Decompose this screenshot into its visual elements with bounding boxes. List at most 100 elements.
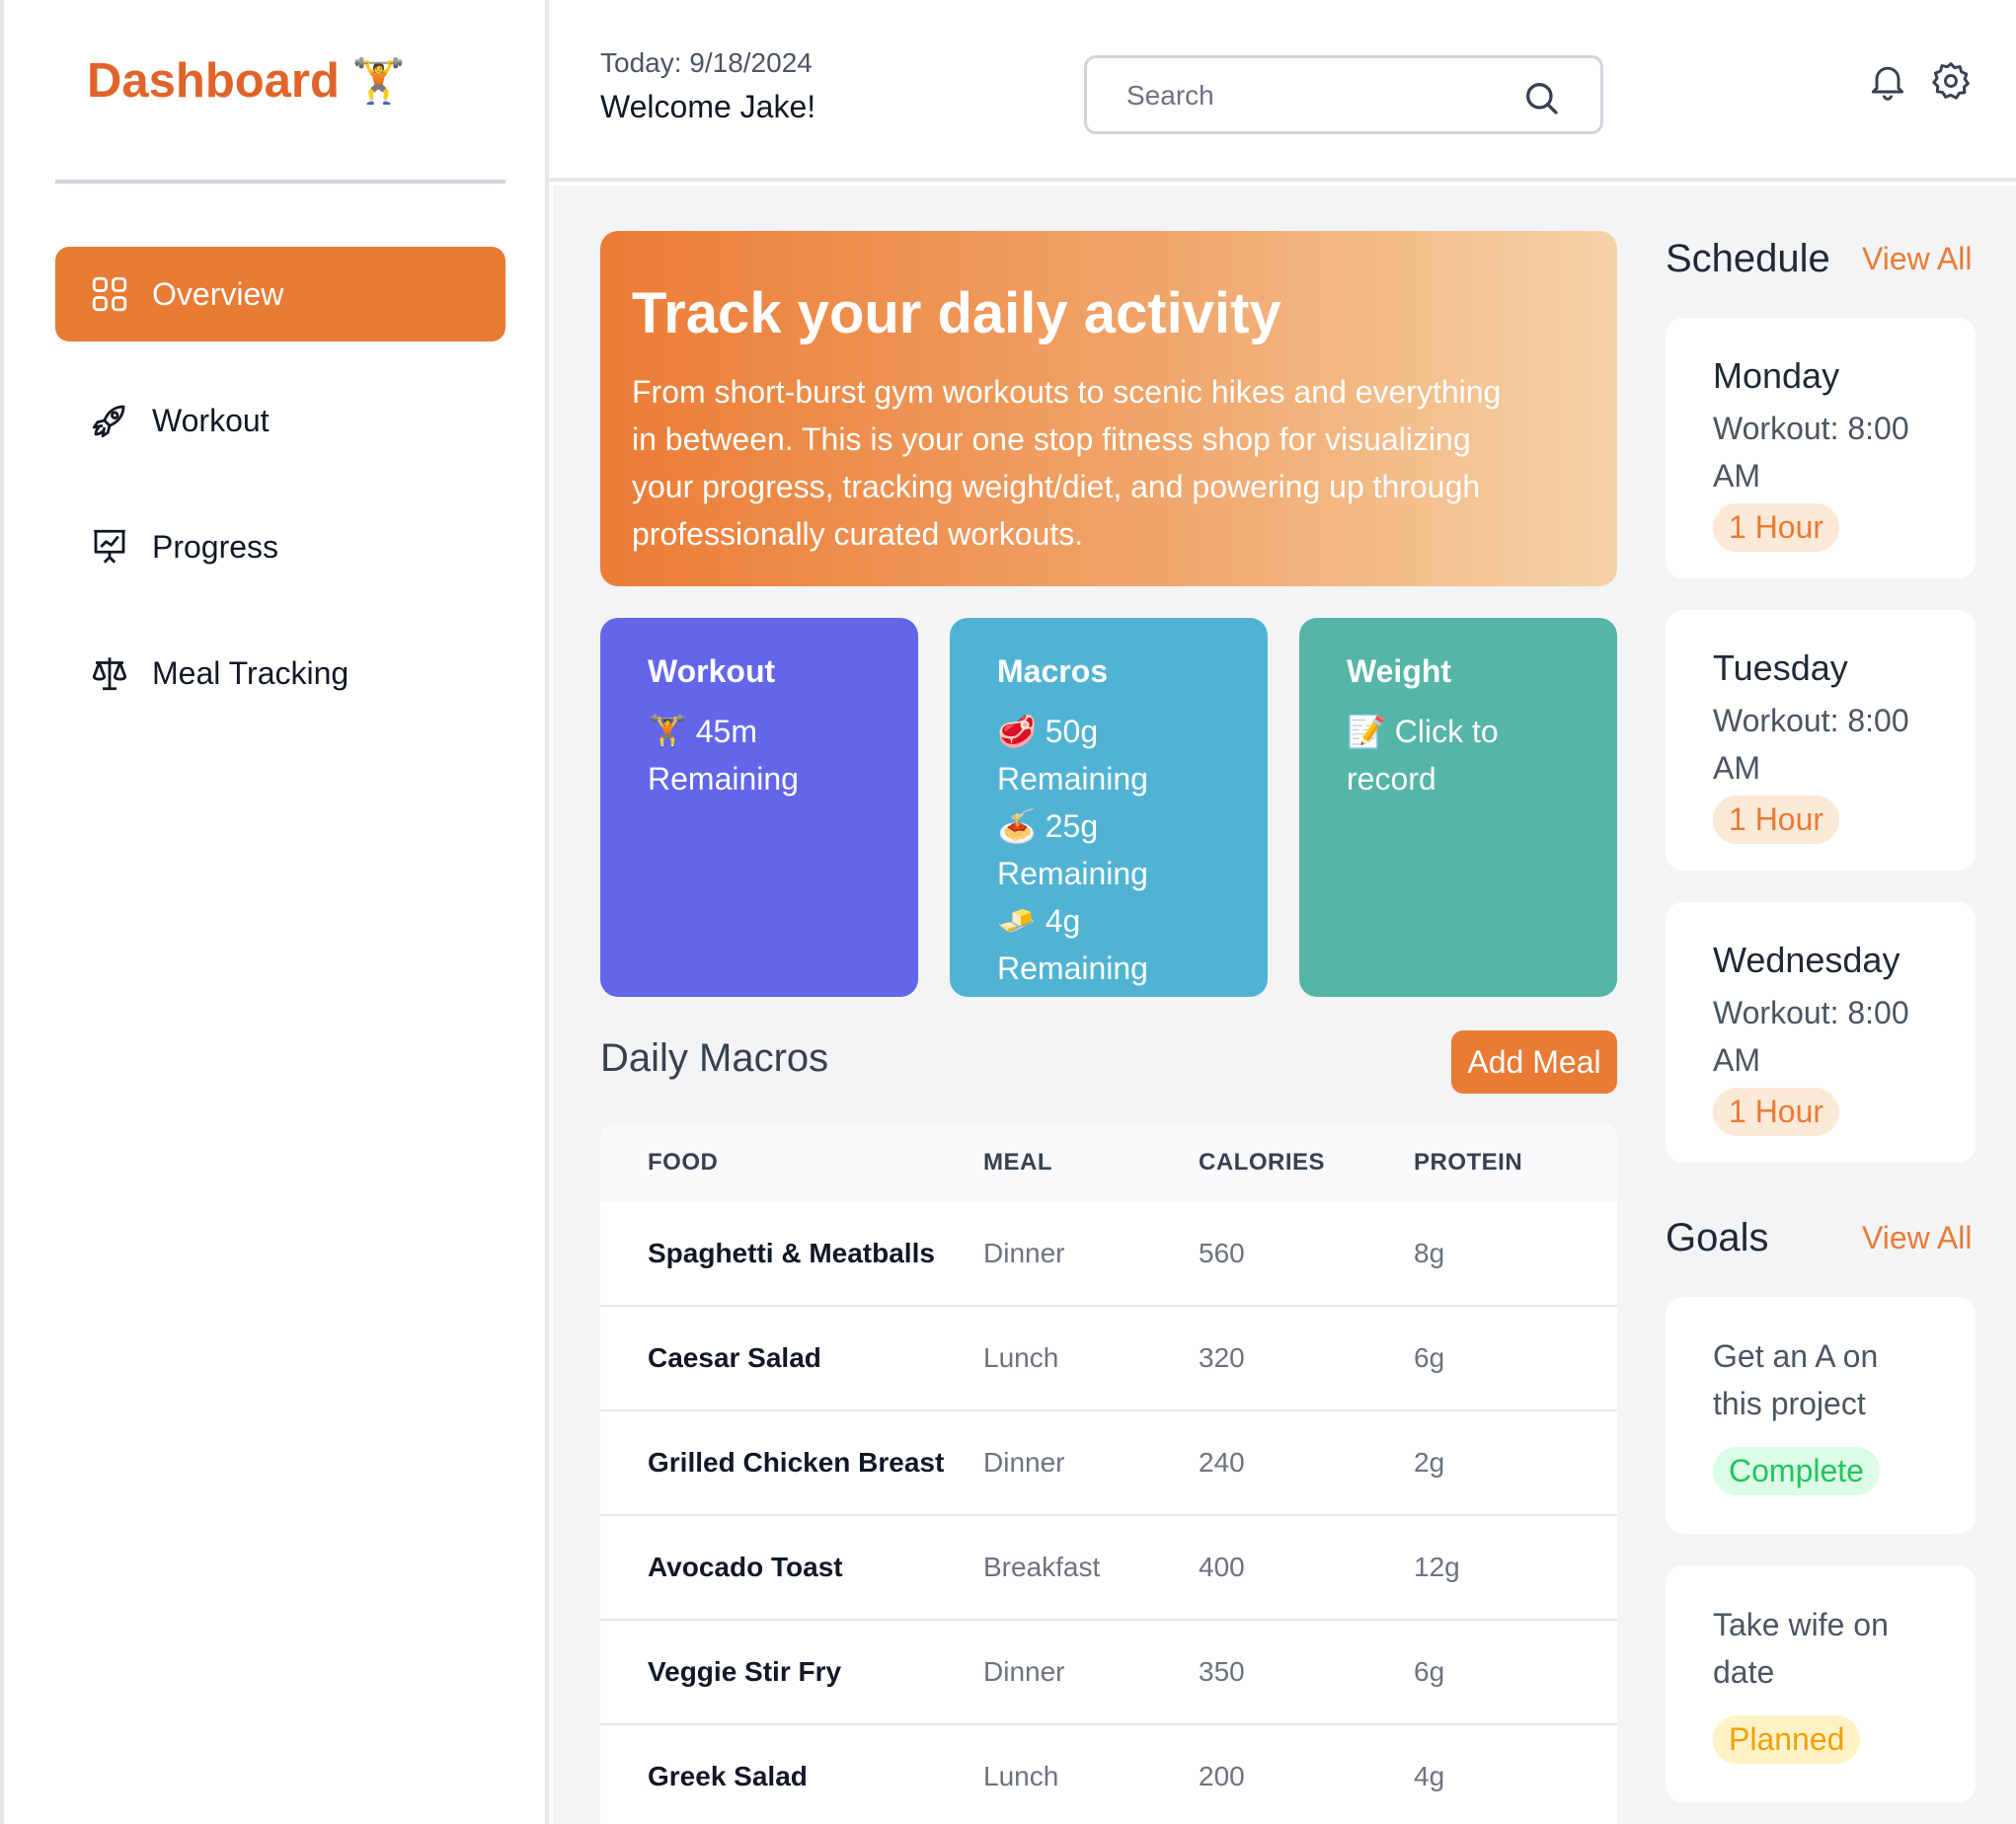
daily-macros-table: FOOD MEAL CALORIES PROTEIN Spaghetti & M… — [600, 1123, 1617, 1824]
search-icon[interactable] — [1521, 78, 1561, 117]
grid-icon — [92, 276, 127, 312]
search-input[interactable] — [1126, 76, 1521, 115]
macros-card[interactable]: Macros 🥩 50g Remaining 🍝 25g Remaining 🧈… — [950, 618, 1268, 997]
sidebar: Dashboard 🏋️ Overview Workout Progress M… — [0, 0, 549, 1824]
status-badge: Complete — [1713, 1447, 1880, 1495]
table-row[interactable]: Greek Salad Lunch 200 4g — [600, 1725, 1617, 1824]
food-cell: Caesar Salad — [648, 1342, 821, 1373]
meal-cell: Lunch — [983, 1761, 1059, 1791]
column-header-protein[interactable]: PROTEIN — [1414, 1149, 1591, 1177]
sidebar-item-workout[interactable]: Workout — [55, 373, 505, 468]
calories-cell: 240 — [1199, 1447, 1245, 1478]
sidebar-item-label: Progress — [152, 528, 279, 565]
table-row[interactable]: Caesar Salad Lunch 320 6g — [600, 1307, 1617, 1411]
protein-cell: 2g — [1414, 1447, 1445, 1478]
rocket-icon — [92, 405, 125, 438]
food-cell: Avocado Toast — [648, 1552, 843, 1582]
meal-cell: Dinner — [983, 1447, 1065, 1478]
welcome-message: Welcome Jake! — [600, 89, 816, 124]
fat-remaining: 🧈 4g Remaining — [997, 903, 1148, 986]
bell-icon[interactable] — [1866, 59, 1909, 103]
protein-cell: 8g — [1414, 1238, 1445, 1268]
carbs-remaining: 🍝 25g Remaining — [997, 808, 1148, 891]
search-box[interactable] — [1084, 55, 1603, 134]
table-row[interactable]: Spaghetti & Meatballs Dinner 560 8g — [600, 1202, 1617, 1307]
table-row[interactable]: Grilled Chicken Breast Dinner 240 2g — [600, 1411, 1617, 1516]
hero-banner: Track your daily activity From short-bur… — [600, 231, 1617, 586]
schedule-time: Workout: 8:00 AM — [1713, 703, 1909, 786]
schedule-day: Wednesday — [1713, 940, 1900, 980]
workout-card[interactable]: Workout 🏋️ 45m Remaining — [600, 618, 918, 997]
hero-title: Track your daily activity — [632, 281, 1281, 345]
protein-cell: 6g — [1414, 1342, 1445, 1373]
workout-remaining: 🏋️ 45m Remaining — [648, 714, 799, 797]
goals-title: Goals — [1666, 1216, 1769, 1259]
goals-view-all-link[interactable]: View All — [1862, 1220, 1972, 1256]
weight-record-prompt: 📝 Click to record — [1347, 714, 1499, 797]
food-cell: Veggie Stir Fry — [648, 1656, 842, 1687]
sidebar-item-overview[interactable]: Overview — [55, 247, 505, 342]
goal-text: Get an A on this project — [1713, 1338, 1879, 1421]
goal-card[interactable]: Get an A on this project Complete — [1666, 1297, 1976, 1534]
scale-icon — [92, 657, 127, 691]
schedule-card-tuesday[interactable]: Tuesday Workout: 8:00 AM 1 Hour — [1666, 610, 1976, 871]
main-content: Track your daily activity From short-bur… — [553, 186, 2016, 1824]
goal-text: Take wife on date — [1713, 1607, 1889, 1690]
calories-cell: 560 — [1199, 1238, 1245, 1268]
goal-card[interactable]: Take wife on date Planned — [1666, 1565, 1976, 1802]
hero-text: From short-burst gym workouts to scenic … — [632, 374, 1502, 552]
schedule-day: Tuesday — [1713, 647, 1848, 688]
table-row[interactable]: Avocado Toast Breakfast 400 12g — [600, 1516, 1617, 1621]
schedule-time: Workout: 8:00 AM — [1713, 995, 1909, 1078]
column-header-calories[interactable]: CALORIES — [1199, 1149, 1414, 1177]
sidebar-item-label: Meal Tracking — [152, 654, 349, 691]
sidebar-item-label: Overview — [152, 275, 284, 312]
weight-card[interactable]: Weight 📝 Click to record — [1299, 618, 1617, 997]
presentation-chart-icon — [94, 529, 125, 564]
food-cell: Spaghetti & Meatballs — [648, 1238, 935, 1268]
column-header-meal[interactable]: MEAL — [983, 1149, 1199, 1177]
schedule-view-all-link[interactable]: View All — [1862, 241, 1972, 277]
duration-badge: 1 Hour — [1713, 503, 1840, 552]
card-title: Workout — [648, 653, 776, 689]
meal-cell: Dinner — [983, 1656, 1065, 1687]
calories-cell: 350 — [1199, 1656, 1245, 1687]
meal-cell: Breakfast — [983, 1552, 1101, 1582]
protein-cell: 4g — [1414, 1761, 1445, 1791]
schedule-card-wednesday[interactable]: Wednesday Workout: 8:00 AM 1 Hour — [1666, 902, 1976, 1163]
food-cell: Greek Salad — [648, 1761, 808, 1791]
sidebar-item-progress[interactable]: Progress — [55, 499, 505, 594]
schedule-time: Workout: 8:00 AM — [1713, 411, 1909, 494]
table-row[interactable]: Veggie Stir Fry Dinner 350 6g — [600, 1621, 1617, 1725]
brand-title: Dashboard — [87, 54, 340, 108]
calories-cell: 200 — [1199, 1761, 1245, 1791]
card-title: Macros — [997, 653, 1109, 689]
add-meal-button[interactable]: Add Meal — [1451, 1030, 1617, 1094]
weightlifter-icon: 🏋️ — [350, 57, 406, 106]
top-header: Today: 9/18/2024 Welcome Jake! — [549, 0, 2016, 182]
meal-cell: Lunch — [983, 1342, 1059, 1373]
column-header-food[interactable]: FOOD — [600, 1149, 983, 1177]
sidebar-nav: Overview Workout Progress Meal Tracking — [55, 247, 505, 752]
protein-cell: 6g — [1414, 1656, 1445, 1687]
food-cell: Grilled Chicken Breast — [648, 1447, 945, 1478]
protein-cell: 12g — [1414, 1552, 1460, 1582]
brand[interactable]: Dashboard 🏋️ — [87, 53, 406, 109]
gear-icon[interactable] — [1929, 59, 1973, 103]
sidebar-divider — [55, 180, 505, 184]
sidebar-item-meal-tracking[interactable]: Meal Tracking — [55, 626, 505, 721]
card-title: Weight — [1347, 653, 1452, 689]
calories-cell: 400 — [1199, 1552, 1245, 1582]
schedule-title: Schedule — [1666, 237, 1830, 280]
schedule-card-monday[interactable]: Monday Workout: 8:00 AM 1 Hour — [1666, 318, 1976, 578]
daily-macros-title: Daily Macros — [600, 1036, 829, 1080]
meal-cell: Dinner — [983, 1238, 1065, 1268]
schedule-day: Monday — [1713, 355, 1840, 396]
today-date: Today: 9/18/2024 — [600, 47, 813, 78]
calories-cell: 320 — [1199, 1342, 1245, 1373]
table-header: FOOD MEAL CALORIES PROTEIN — [600, 1123, 1617, 1202]
sidebar-item-label: Workout — [152, 402, 270, 438]
status-badge: Planned — [1713, 1715, 1861, 1764]
duration-badge: 1 Hour — [1713, 796, 1840, 844]
duration-badge: 1 Hour — [1713, 1088, 1840, 1136]
